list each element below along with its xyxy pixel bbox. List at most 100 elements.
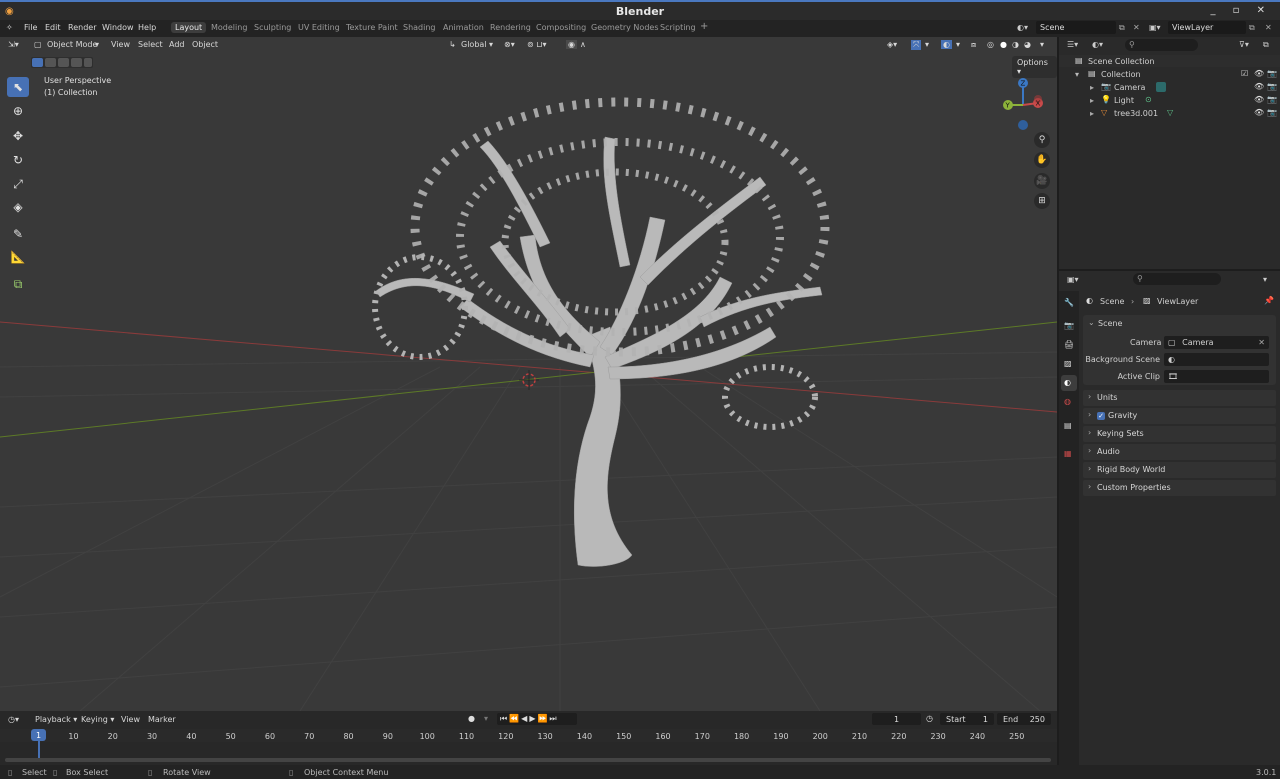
render-tab-icon[interactable]: 📷 [1064, 321, 1074, 330]
playhead-frame-badge[interactable]: 1 [31, 729, 46, 741]
menu-add[interactable]: Add [169, 40, 185, 49]
overlay-toggle-icon[interactable]: ◐ [941, 40, 952, 49]
collection-exclude-checkbox[interactable]: ☑ [1241, 69, 1248, 78]
blender-menu-icon[interactable]: ✧ [6, 23, 13, 32]
cursor-tool-icon[interactable]: ⊕ [7, 101, 29, 121]
end-frame-field[interactable]: End 250 [997, 713, 1051, 725]
menu-help[interactable]: Help [138, 23, 156, 32]
camera-visibility-eye-icon[interactable]: 👁 [1254, 82, 1264, 91]
outliner-collection[interactable]: Collection [1101, 70, 1141, 79]
collection-tab-icon[interactable]: ▤ [1064, 421, 1072, 430]
annotate-tool-icon[interactable]: ✎ [7, 224, 29, 244]
timeline-marker-menu[interactable]: Marker [148, 715, 176, 724]
camera-field[interactable]: ▢ Camera ✕ [1164, 336, 1269, 349]
tab-sculpting[interactable]: Sculpting [254, 23, 291, 32]
orientation-dropdown[interactable]: Global [461, 40, 487, 49]
light-render-icon[interactable]: 📷 [1267, 95, 1277, 104]
preview-range-clock-icon[interactable]: ◷ [926, 714, 933, 723]
tab-layout[interactable]: Layout [171, 22, 207, 33]
select-extend-icon[interactable] [45, 58, 56, 67]
timeline-view-menu[interactable]: View [121, 715, 140, 724]
measure-tool-icon[interactable]: 📐 [7, 247, 29, 267]
scene-tab-icon[interactable]: ◐ [1061, 375, 1077, 391]
menu-render[interactable]: Render [68, 23, 96, 32]
mesh-expand-icon[interactable]: ▸ [1090, 109, 1094, 118]
shading-dropdown-icon[interactable]: ▾ [1040, 40, 1044, 49]
scene-panel-header[interactable]: Scene [1098, 319, 1122, 328]
select-intersect-icon[interactable] [84, 58, 92, 67]
scene-close-icon[interactable]: ✕ [1133, 23, 1140, 32]
scale-tool-icon[interactable]: ⤢ [7, 174, 29, 194]
tree-visibility-eye-icon[interactable]: 👁 [1254, 108, 1264, 117]
menu-file[interactable]: File [24, 23, 37, 32]
view-layer-tab-icon[interactable]: ▨ [1064, 359, 1072, 368]
texture-tab-icon[interactable]: ▦ [1064, 449, 1072, 458]
transform-tool-icon[interactable]: ◈ [7, 197, 29, 217]
collection-expand-icon[interactable]: ▾ [1075, 70, 1079, 79]
timeline-playback-menu[interactable]: Playback ▾ [35, 715, 77, 724]
world-tab-icon[interactable]: ◍ [1064, 397, 1071, 406]
tree-render-icon[interactable]: 📷 [1267, 108, 1277, 117]
scene-panel-chevron-down-icon[interactable]: ⌄ [1088, 318, 1095, 327]
outliner-item-tree3d[interactable]: tree3d.001 [1114, 109, 1158, 118]
camera-clear-icon[interactable]: ✕ [1258, 338, 1265, 347]
record-icon[interactable]: ● [468, 714, 475, 723]
current-frame-field[interactable]: 1 [872, 713, 921, 725]
timeline-keying-menu[interactable]: Keying ▾ [81, 715, 114, 724]
proportional-edit-icon[interactable]: ◉ [566, 40, 577, 49]
visibility-icon[interactable]: ◈▾ [887, 40, 897, 49]
overlay-dropdown-icon[interactable]: ▾ [956, 40, 960, 49]
select-invert-icon[interactable] [71, 58, 82, 67]
camera-view-icon[interactable]: 🎥 [1034, 173, 1050, 189]
add-workspace-icon[interactable]: + [700, 21, 708, 32]
light-data-icon[interactable]: ⊙ [1145, 95, 1152, 104]
rendered-shading-icon[interactable]: ◕ [1024, 40, 1031, 49]
tool-tab-icon[interactable]: 🔧 [1064, 298, 1074, 307]
pan-hand-icon[interactable]: ✋ [1034, 152, 1050, 168]
tab-rendering[interactable]: Rendering [490, 23, 531, 32]
tab-scripting[interactable]: Scripting [660, 23, 696, 32]
select-box-tool-icon[interactable]: ⬉ [7, 77, 29, 97]
select-new-icon[interactable] [32, 58, 43, 67]
move-tool-icon[interactable]: ✥ [7, 126, 29, 146]
material-shading-icon[interactable]: ◑ [1012, 40, 1019, 49]
outliner-item-light[interactable]: Light [1114, 96, 1134, 105]
timeline-scrollbar[interactable] [5, 758, 1051, 762]
gravity-checkbox[interactable]: ✓ [1097, 412, 1105, 420]
active-clip-field[interactable]: 🎞 [1164, 370, 1269, 383]
outliner-filter-mode-icon[interactable]: ◐▾ [1092, 40, 1103, 49]
playback-controls[interactable]: ⏮⏪◀▶⏩⏭ [497, 713, 577, 725]
tab-geometry-nodes[interactable]: Geometry Nodes [591, 23, 658, 32]
collection-visibility-eye-icon[interactable]: 👁 [1254, 69, 1264, 78]
view-layer-copy-icon[interactable]: ⧉ [1249, 23, 1255, 33]
gizmo-toggle-icon[interactable]: ⤧ [911, 40, 922, 50]
section-audio[interactable]: › Audio [1083, 444, 1276, 460]
pivot-icon[interactable]: ⊗▾ [504, 40, 515, 49]
menu-select[interactable]: Select [138, 40, 163, 49]
section-custom-properties[interactable]: › Custom Properties [1083, 480, 1276, 496]
editor-type-icon[interactable]: ⇲▾ [8, 40, 19, 49]
menu-object[interactable]: Object [192, 40, 218, 49]
camera-render-icon[interactable]: 📷 [1267, 82, 1277, 91]
mesh-data-icon[interactable]: ▽ [1167, 108, 1173, 117]
properties-editor-icon[interactable]: ▣▾ [1067, 275, 1079, 284]
pin-icon[interactable]: 📌 [1264, 296, 1274, 305]
outliner-item-camera[interactable]: Camera [1114, 83, 1145, 92]
3d-viewport[interactable]: ⇲▾ ▢ Object Mode ▾ View Select Add Objec… [0, 37, 1057, 711]
camera-expand-icon[interactable]: ▸ [1090, 83, 1094, 92]
menu-edit[interactable]: Edit [45, 23, 61, 32]
section-keying-sets[interactable]: › Keying Sets [1083, 426, 1276, 442]
tab-compositing[interactable]: Compositing [536, 23, 586, 32]
background-scene-field[interactable]: ◐ [1164, 353, 1269, 366]
start-frame-field[interactable]: Start 1 [940, 713, 994, 725]
tab-texture-paint[interactable]: Texture Paint [346, 23, 398, 32]
camera-data-icon[interactable] [1156, 82, 1166, 92]
new-collection-icon[interactable]: ⧉ [1263, 40, 1269, 50]
light-expand-icon[interactable]: ▸ [1090, 96, 1094, 105]
timeline-editor-icon[interactable]: ◷▾ [8, 715, 19, 724]
falloff-icon[interactable]: ∧ [580, 40, 586, 49]
auto-keying-options-icon[interactable]: ▾ [484, 714, 488, 723]
perspective-grid-icon[interactable]: ⊞ [1034, 193, 1050, 209]
view-layer-close-icon[interactable]: ✕ [1265, 23, 1272, 32]
view-layer-icon[interactable]: ▣▾ [1149, 23, 1161, 32]
